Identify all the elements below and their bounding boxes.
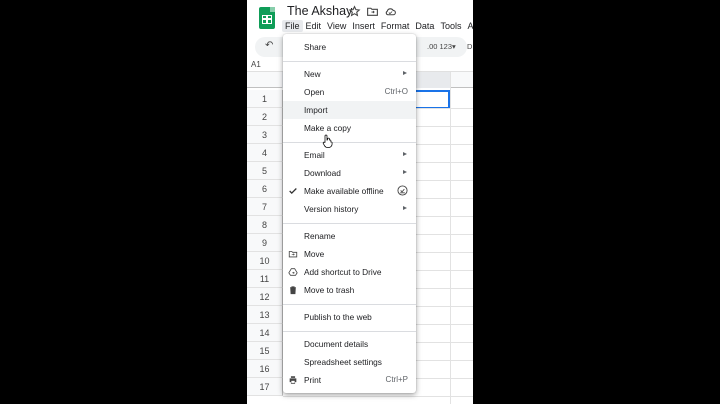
row-header[interactable]: 4 — [247, 144, 283, 162]
menu-separator — [283, 61, 416, 62]
row-header[interactable]: 3 — [247, 126, 283, 144]
row-header[interactable]: 17 — [247, 378, 283, 396]
menu-insert[interactable]: Insert — [349, 20, 378, 32]
menu-item-publish[interactable]: Publish to the web — [283, 308, 416, 326]
row-header[interactable]: 14 — [247, 324, 283, 342]
menu-tools[interactable]: Tools — [437, 20, 464, 32]
row-header[interactable]: 6 — [247, 180, 283, 198]
row-header[interactable]: 8 — [247, 216, 283, 234]
menu-data[interactable]: Data — [412, 20, 437, 32]
submenu-arrow-icon — [403, 206, 407, 210]
menu-addons[interactable]: A — [464, 20, 473, 32]
row-header[interactable]: 2 — [247, 108, 283, 126]
cloud-icon[interactable] — [384, 5, 397, 18]
menu-item-add-shortcut[interactable]: Add shortcut to Drive — [283, 263, 416, 281]
menu-item-share[interactable]: Share — [283, 38, 416, 56]
menu-item-move-trash[interactable]: Move to trash — [283, 281, 416, 299]
move-folder-icon[interactable] — [366, 5, 379, 18]
row-header[interactable]: 5 — [247, 162, 283, 180]
row-header[interactable]: 10 — [247, 252, 283, 270]
document-title[interactable]: The Akshay — [287, 4, 352, 18]
app-header: The Akshay File Edit View Insert Format … — [247, 0, 473, 36]
menu-file[interactable]: File — [282, 20, 303, 32]
menu-separator — [283, 223, 416, 224]
menu-item-email[interactable]: Email — [283, 146, 416, 164]
menu-item-print[interactable]: Print Ctrl+P — [283, 371, 416, 389]
font-selector[interactable]: D — [467, 42, 472, 51]
submenu-arrow-icon — [403, 71, 407, 75]
menu-item-import[interactable]: Import — [283, 101, 416, 119]
menu-item-download[interactable]: Download — [283, 164, 416, 182]
menu-item-document-details[interactable]: Document details — [283, 335, 416, 353]
menu-bar: File Edit View Insert Format Data Tools … — [282, 20, 473, 32]
cell-reference[interactable]: A1 — [251, 60, 261, 69]
submenu-arrow-icon — [403, 152, 407, 156]
hand-cursor-icon — [322, 134, 333, 148]
menu-item-version-history[interactable]: Version history — [283, 200, 416, 218]
folder-move-icon — [288, 251, 298, 258]
checkmark-icon — [289, 188, 297, 194]
menu-separator — [283, 331, 416, 332]
menu-view[interactable]: View — [324, 20, 349, 32]
row-header[interactable]: 7 — [247, 198, 283, 216]
menu-item-new[interactable]: New — [283, 65, 416, 83]
menu-item-open[interactable]: Open Ctrl+O — [283, 83, 416, 101]
file-menu-dropdown: Share New Open Ctrl+O Import Make a copy … — [283, 34, 416, 393]
row-gridline — [283, 396, 473, 397]
menu-format[interactable]: Format — [378, 20, 413, 32]
row-header[interactable]: 1 — [247, 90, 283, 108]
star-icon[interactable] — [348, 5, 361, 18]
sheets-logo-icon[interactable] — [259, 7, 275, 29]
row-header[interactable]: 13 — [247, 306, 283, 324]
number-format-controls[interactable]: .00 123▾ — [427, 42, 456, 51]
menu-separator — [283, 304, 416, 305]
column-divider — [450, 72, 451, 404]
row-header[interactable]: 16 — [247, 360, 283, 378]
undo-icon[interactable]: ↶ — [265, 40, 273, 51]
submenu-arrow-icon — [403, 170, 407, 174]
menu-separator — [283, 142, 416, 143]
offline-icon — [397, 185, 408, 196]
menu-item-spreadsheet-settings[interactable]: Spreadsheet settings — [283, 353, 416, 371]
drive-shortcut-icon — [288, 268, 298, 276]
menu-item-rename[interactable]: Rename — [283, 227, 416, 245]
trash-icon — [290, 286, 296, 295]
row-header[interactable]: 12 — [247, 288, 283, 306]
print-icon — [289, 376, 297, 384]
row-header[interactable]: 11 — [247, 270, 283, 288]
row-header[interactable]: 15 — [247, 342, 283, 360]
menu-item-make-copy[interactable]: Make a copy — [283, 119, 416, 137]
menu-edit[interactable]: Edit — [303, 20, 325, 32]
menu-item-move[interactable]: Move — [283, 245, 416, 263]
row-header[interactable]: 9 — [247, 234, 283, 252]
menu-item-make-offline[interactable]: Make available offline — [283, 182, 416, 200]
